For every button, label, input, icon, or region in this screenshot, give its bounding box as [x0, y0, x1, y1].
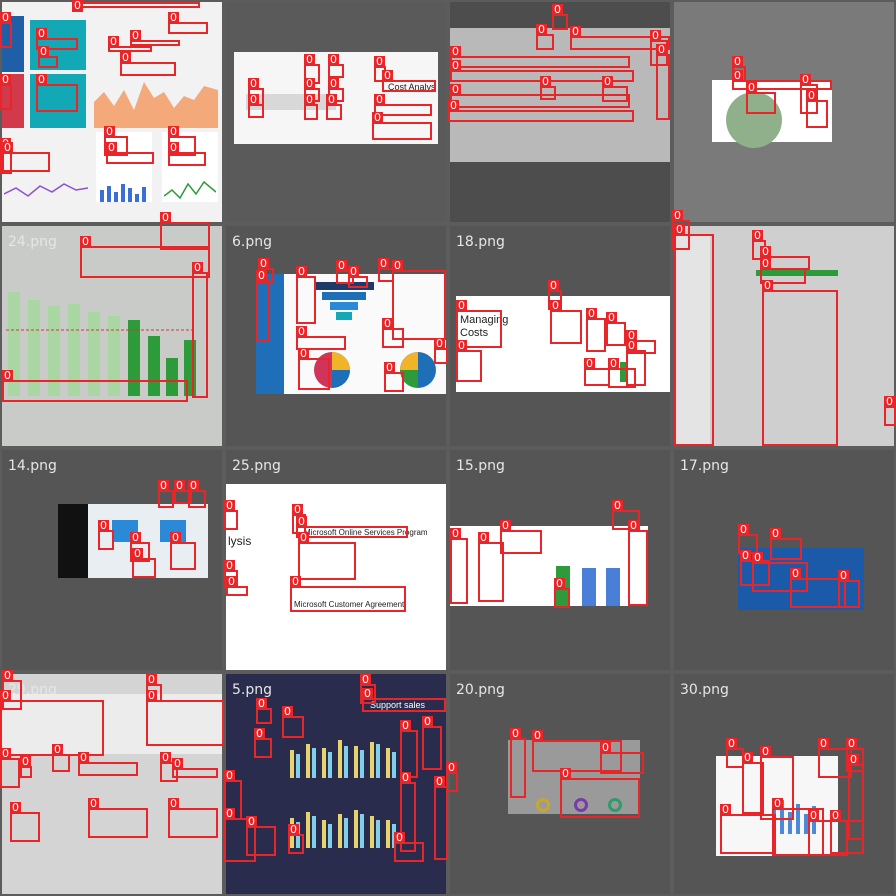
tile-label: 5.png — [232, 682, 273, 698]
tile-r2-c0: 14.png — [2, 450, 222, 670]
green-bar-chart — [6, 292, 196, 396]
blue-bar-chart — [772, 800, 816, 834]
line-chart-purple — [4, 183, 88, 197]
pie-chart-1 — [314, 352, 350, 388]
funnel-chart — [314, 282, 374, 320]
tile-r0-c2 — [450, 2, 670, 222]
area-chart — [94, 82, 218, 128]
tile-label: 14.png — [8, 458, 57, 474]
support-label: Support — [370, 700, 402, 710]
gauge — [726, 92, 782, 148]
annotated-screenshot-grid: Cost Analys 24.png 6.png 18.png Managing… — [0, 0, 896, 896]
ms-customer-agreement: Microsoft Customer Agreement — [294, 600, 405, 609]
donut — [574, 798, 588, 812]
tile-r3-c3: 30.png — [674, 674, 894, 894]
tile-r2-c2: 15.png — [450, 450, 670, 670]
pie-chart-2 — [400, 352, 436, 388]
tile-label: 20.png — [456, 682, 505, 698]
support-sales-title: Support sales — [370, 700, 425, 710]
tile-r3-c2: 20.png — [450, 674, 670, 894]
ms-online-services: Microsoft Online Services Program — [304, 528, 428, 537]
tile-label: 17.png — [680, 458, 729, 474]
tile-r3-c0: 29.png — [2, 674, 222, 894]
tile-label: 24.png — [8, 234, 57, 250]
dashboard-bars-bottom — [290, 810, 396, 848]
donut — [608, 798, 622, 812]
tile-r1-c2: 18.png Managing Costs — [450, 226, 670, 446]
tile-r2-c3: 17.png — [674, 450, 894, 670]
tile-r1-c3 — [674, 226, 894, 446]
tile-label: 30.png — [680, 682, 729, 698]
tile-r0-c3 — [674, 2, 894, 222]
tile-label: 6.png — [232, 234, 273, 250]
donut — [536, 798, 550, 812]
tile-r3-c1: 5.png Support sales — [226, 674, 446, 894]
managing-costs-title: Managing — [460, 314, 509, 326]
tile-label: 15.png — [456, 458, 505, 474]
tile-r1-c1: 6.png — [226, 226, 446, 446]
tile-r0-c1: Cost Analys — [226, 2, 446, 222]
tile-r0-c0 — [2, 2, 222, 222]
cost-analysis-title: Cost Analys — [388, 82, 436, 92]
tile-label: 25.png — [232, 458, 281, 474]
managing-costs-title: Costs — [460, 327, 489, 339]
tile-label: 18.png — [456, 234, 505, 250]
line-chart-green — [164, 180, 216, 200]
bar-chart-small — [100, 184, 146, 202]
sales-label: sales — [404, 700, 426, 710]
dashboard-bars-top — [290, 740, 396, 778]
lysis-text: lysis — [228, 534, 252, 548]
tile-r2-c1: 25.png lysis Microsoft Online Services P… — [226, 450, 446, 670]
tile-r1-c0: 24.png — [2, 226, 222, 446]
